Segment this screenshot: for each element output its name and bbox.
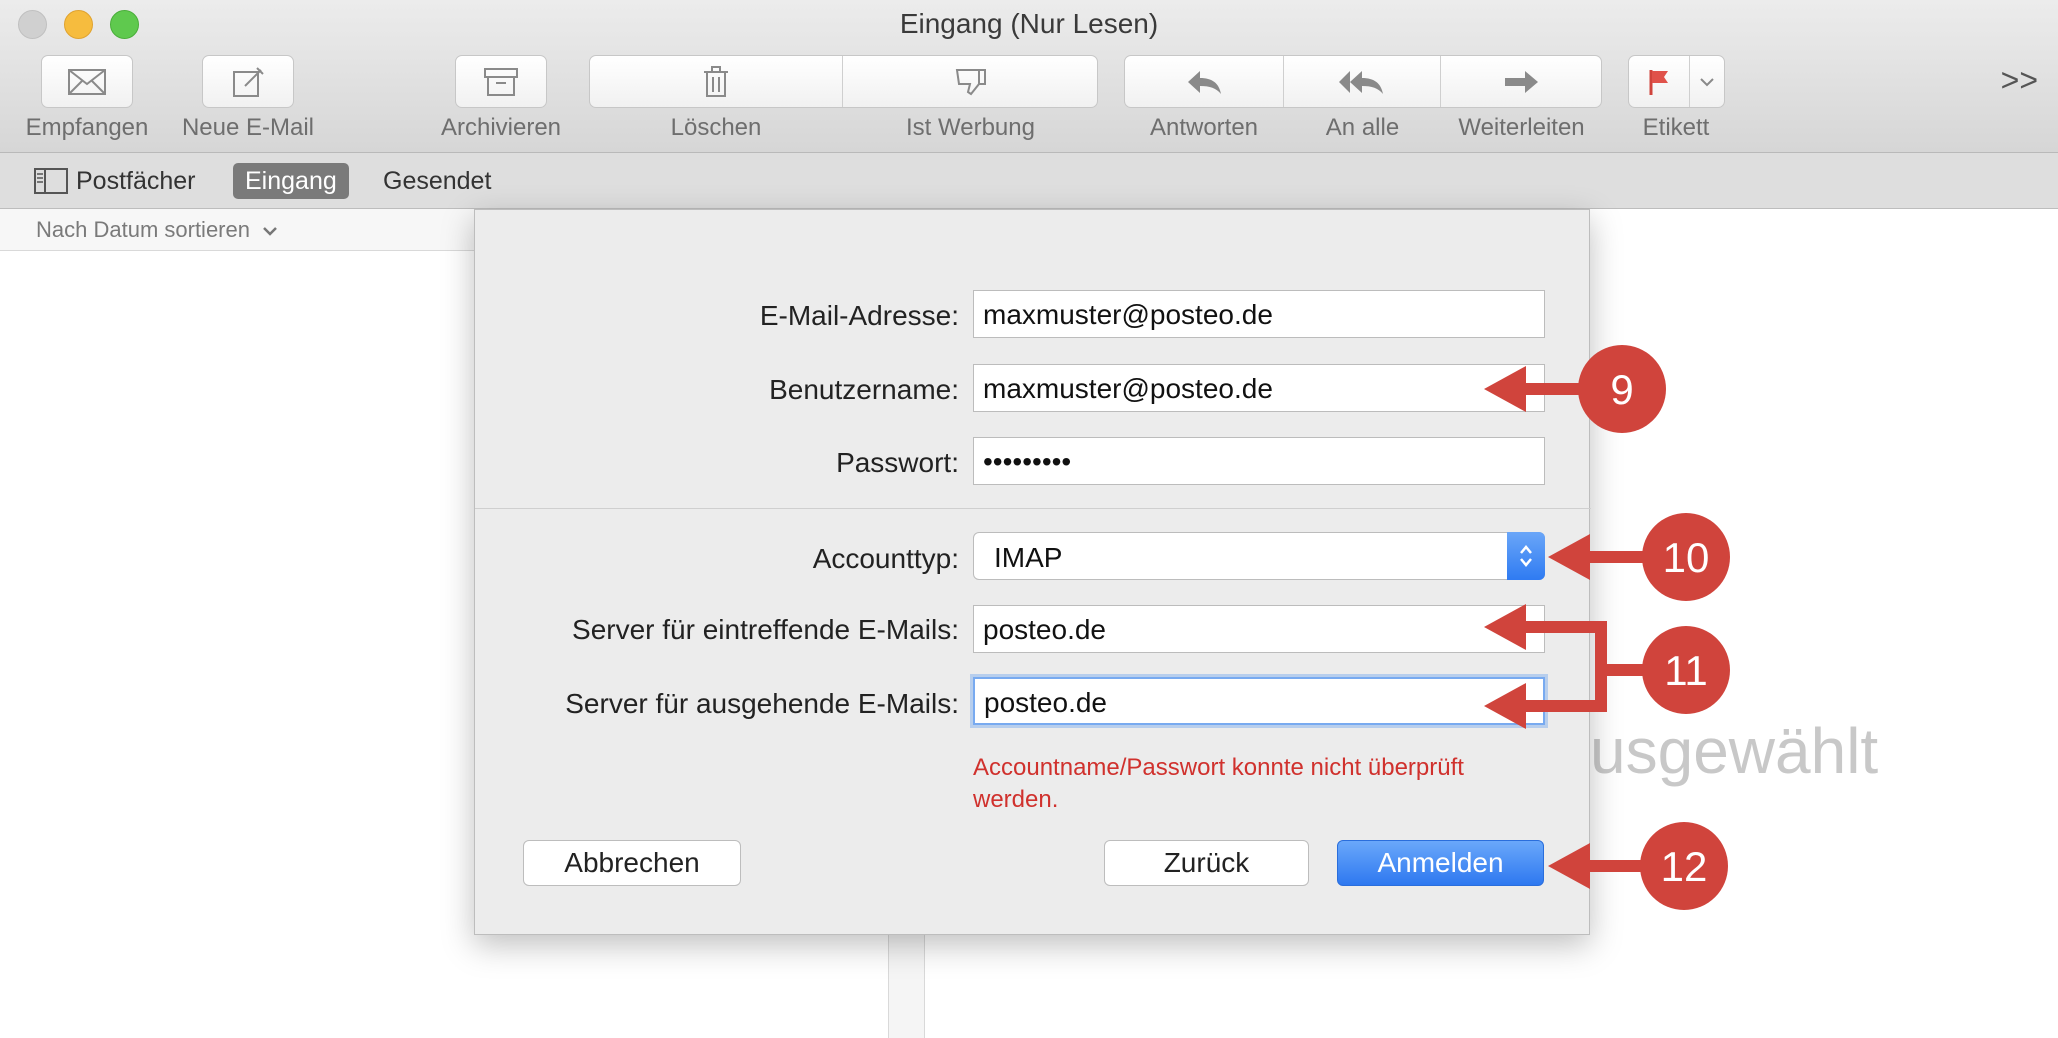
delete-button[interactable] [590, 56, 843, 107]
username-label: Benutzername: [769, 374, 959, 405]
reply-forward-segment [1124, 55, 1602, 108]
outgoing-server-field[interactable]: posteo.de [973, 677, 1545, 725]
section-divider [475, 508, 1591, 509]
new-mail-button[interactable] [202, 55, 294, 108]
envelope-icon [68, 68, 106, 95]
toolbar-overflow-button[interactable]: >> [2001, 62, 2038, 99]
get-mail-button[interactable] [41, 55, 133, 108]
mailboxes-button[interactable]: Postfächer [34, 163, 196, 199]
forward-label: Weiterleiten [1458, 114, 1585, 141]
junk-label: Ist Werbung [906, 114, 1035, 141]
annotation-badge-10-text: 10 [1663, 534, 1710, 581]
reply-all-label: An alle [1325, 114, 1400, 141]
error-message: Accountname/Passwort konnte nicht überpr… [973, 754, 1464, 813]
no-message-selected-text: usgewählt [1590, 715, 1879, 787]
reply-all-button[interactable] [1284, 56, 1441, 107]
reply-arrow-icon [1188, 70, 1222, 94]
delete-junk-segment [589, 55, 1098, 108]
forward-arrow-icon [1504, 70, 1538, 93]
email-address-label: E-Mail-Adresse: [759, 300, 959, 331]
thumbs-down-icon [955, 68, 986, 95]
sidebar-toggle-icon [34, 168, 68, 194]
window-title: Eingang (Nur Lesen) [899, 8, 1159, 39]
reply-button[interactable] [1125, 56, 1285, 107]
annotation-badge-10: 10 [1642, 513, 1730, 601]
chevron-down-icon [1700, 77, 1714, 86]
annotation-badge-11-text: 11 [1664, 647, 1708, 694]
account-setup-sheet: E-Mail-Adresse: maxmuster@posteo.de Benu… [474, 209, 1591, 935]
archive-label: Archivieren [440, 114, 562, 141]
favorite-inbox[interactable]: Eingang [233, 163, 349, 199]
updown-chevron-icon [1507, 532, 1545, 580]
annotation-badge-9-text: 9 [1610, 366, 1633, 413]
back-button[interactable]: Zurück [1104, 840, 1309, 886]
new-mail-label: Neue E-Mail [181, 114, 315, 141]
inbox-favorite-label: Eingang [245, 167, 337, 195]
chevron-down-icon [263, 227, 277, 236]
sort-bar: Nach Datum sortieren [0, 209, 474, 251]
password-field[interactable]: ••••••••• [973, 437, 1545, 485]
annotation-badge-11: 11 [1642, 626, 1730, 714]
window-titlebar: Eingang (Nur Lesen) Empfangen Neue E-Mai… [0, 0, 2058, 153]
archive-box-icon [484, 67, 518, 96]
cancel-button[interactable]: Abbrechen [523, 840, 741, 886]
sent-favorite-label: Gesendet [383, 167, 492, 195]
forward-button[interactable] [1441, 56, 1601, 107]
annotation-badge-12: 12 [1640, 822, 1728, 910]
archive-button[interactable] [455, 55, 547, 108]
sign-in-button[interactable]: Anmelden [1337, 840, 1544, 886]
delete-label: Löschen [670, 114, 762, 141]
reply-label: Antworten [1149, 114, 1259, 141]
get-mail-label: Empfangen [25, 114, 149, 141]
account-type-value: IMAP [994, 542, 1063, 573]
flag-segment [1628, 55, 1725, 108]
flag-menu-button[interactable] [1690, 56, 1724, 107]
incoming-server-field[interactable]: posteo.de [973, 605, 1545, 653]
account-type-label: Accounttyp: [812, 543, 959, 574]
red-flag-icon [1649, 69, 1668, 95]
junk-button[interactable] [843, 56, 1097, 107]
favorites-bar: Postfächer Eingang Gesendet [0, 153, 2058, 209]
mailboxes-label: Postfächer [76, 167, 196, 195]
sort-menu-button[interactable]: Nach Datum sortieren [36, 217, 278, 243]
annotation-badge-12-text: 12 [1661, 843, 1708, 890]
incoming-server-label: Server für eintreffende E-Mails: [572, 614, 959, 645]
annotation-badge-9: 9 [1578, 345, 1666, 433]
username-field[interactable]: maxmuster@posteo.de [973, 364, 1545, 412]
sort-label: Nach Datum sortieren [36, 217, 250, 242]
flag-button[interactable] [1629, 56, 1690, 107]
favorite-sent[interactable]: Gesendet [383, 163, 491, 199]
compose-icon [233, 66, 264, 97]
reply-all-arrow-icon [1339, 70, 1383, 94]
account-type-select[interactable]: IMAP [973, 532, 1545, 580]
email-address-field[interactable]: maxmuster@posteo.de [973, 290, 1545, 338]
password-label: Passwort: [836, 447, 959, 478]
flag-label: Etikett [1642, 114, 1710, 141]
trash-icon [704, 65, 728, 97]
outgoing-server-label: Server für ausgehende E-Mails: [565, 688, 959, 719]
